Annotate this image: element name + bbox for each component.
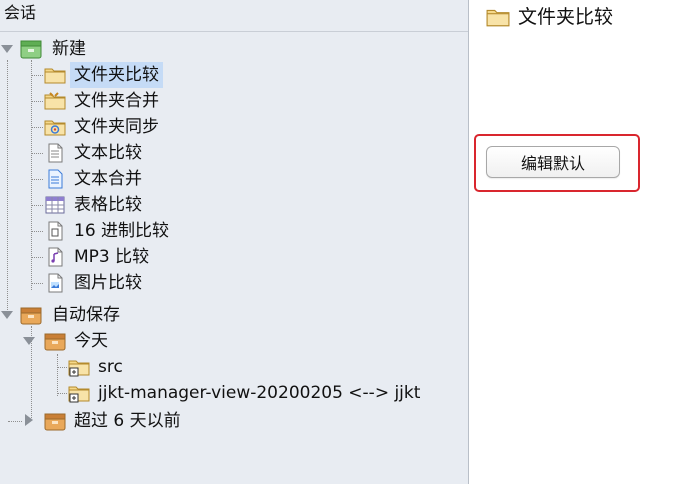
tree-guide (31, 179, 43, 180)
tree-item-hex-compare[interactable]: 16 进制比较 (0, 218, 468, 244)
edit-default-button[interactable]: 编辑默认 (486, 146, 620, 178)
tree-item-label: 文本合并 (74, 169, 142, 189)
sessions-header: 会话 (0, 0, 468, 32)
tree-guide (31, 127, 43, 128)
tree-node-today[interactable]: 今天 (0, 328, 468, 354)
tree-node-label: 新建 (52, 39, 86, 59)
table-icon (45, 196, 65, 214)
tree-guide (31, 283, 43, 284)
mp3-doc-icon (44, 247, 66, 267)
tree-item-label: 文件夹合并 (74, 91, 159, 111)
tree-item-label: MP3 比较 (74, 247, 150, 267)
tree-node-label: 超过 6 天以前 (74, 411, 181, 431)
folder-session-icon (68, 383, 90, 403)
tree-guide (57, 393, 67, 394)
tree-item-label: 图片比较 (74, 273, 142, 293)
tree-guide (31, 205, 43, 206)
tree-item-text-merge[interactable]: 文本合并 (0, 166, 468, 192)
tree-item-label: jjkt-manager-view-20200205 <--> jjkt (98, 383, 421, 403)
folder-icon (486, 6, 510, 28)
older-box-icon (44, 411, 66, 431)
tree-node-label: 今天 (74, 331, 108, 351)
hex-doc-icon (44, 221, 66, 241)
text-merge-icon (48, 169, 63, 189)
tree-item-folder-compare[interactable]: 文件夹比较 (0, 62, 468, 88)
tree-node-autosave[interactable]: 自动保存 (0, 302, 468, 328)
autosave-box-icon (20, 305, 42, 325)
expand-triangle-icon[interactable] (0, 36, 14, 62)
text-doc-icon (44, 143, 66, 163)
tree-guide (8, 421, 22, 422)
page-title: 文件夹比较 (518, 6, 614, 28)
expand-triangle-icon[interactable] (22, 408, 36, 434)
tree-guide (31, 75, 43, 76)
tree-node-new[interactable]: 新建 (0, 36, 468, 62)
tree-item-mp3-compare[interactable]: MP3 比较 (0, 244, 468, 270)
folder-session-icon (68, 357, 90, 377)
tree-item-label: src (98, 357, 123, 377)
tree-node-label: 自动保存 (52, 305, 120, 325)
tree-guide (31, 101, 43, 102)
sessions-panel: 会话 新建 文件夹比较 文件夹合并 文件夹同步 文本比较 文本合并 表格比较 1… (0, 0, 469, 484)
tree-item-table-compare[interactable]: 表格比较 (0, 192, 468, 218)
tree-item-label: 16 进制比较 (74, 221, 170, 241)
tree-item-folder-sync[interactable]: 文件夹同步 (0, 114, 468, 140)
tree-item-label: 表格比较 (74, 195, 142, 215)
expand-triangle-icon[interactable] (0, 302, 14, 328)
tree-item-label: 文件夹同步 (74, 117, 159, 137)
folder-icon (44, 65, 66, 85)
expand-triangle-icon[interactable] (22, 328, 36, 354)
folder-sync-icon (44, 120, 66, 136)
tree-guide (31, 153, 43, 154)
tree-item-text-compare[interactable]: 文本比较 (0, 140, 468, 166)
tree-guide (57, 367, 67, 368)
tree-guide (31, 231, 43, 232)
image-doc-icon (44, 273, 66, 293)
tree-item-session-jjkt[interactable]: jjkt-manager-view-20200205 <--> jjkt (0, 380, 468, 406)
tree-node-older[interactable]: 超过 6 天以前 (0, 408, 468, 434)
tree-item-image-compare[interactable]: 图片比较 (0, 270, 468, 296)
tree-item-folder-merge[interactable]: 文件夹合并 (0, 88, 468, 114)
today-box-icon (44, 331, 66, 351)
tree-item-label: 文本比较 (74, 143, 142, 163)
tree-guide (31, 257, 43, 258)
tree-item-session-src[interactable]: src (0, 354, 468, 380)
new-session-box-icon (20, 40, 42, 59)
tree-item-label: 文件夹比较 (70, 62, 163, 88)
folder-merge-icon (44, 92, 66, 110)
